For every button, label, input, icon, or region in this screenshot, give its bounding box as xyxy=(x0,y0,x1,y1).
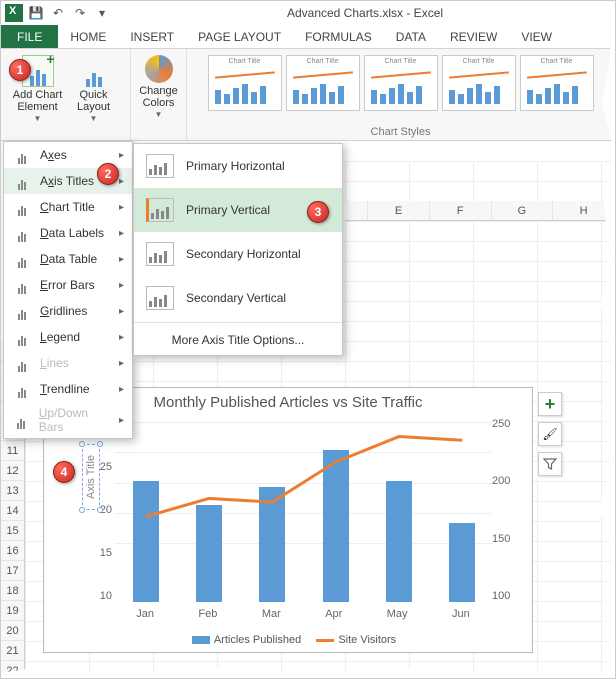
callout-4: 4 xyxy=(53,461,75,483)
menu-item-error-bars[interactable]: Error Bars▸ xyxy=(4,272,132,298)
chart-style-thumb[interactable]: Chart Title xyxy=(520,55,594,111)
chevron-right-icon: ▸ xyxy=(119,202,124,213)
y-axis-right: 250200150100 xyxy=(492,418,518,602)
chart-filter-button[interactable] xyxy=(538,452,562,476)
window-title: Advanced Charts.xlsx - Excel xyxy=(115,6,615,20)
chevron-right-icon: ▸ xyxy=(119,306,124,317)
axis-title-placeholder[interactable]: Axis Title xyxy=(82,444,100,510)
color-wheel-icon xyxy=(145,55,173,83)
chevron-right-icon: ▸ xyxy=(119,332,124,343)
tab-review[interactable]: REVIEW xyxy=(438,25,509,48)
add-chart-element-label: Add Chart Element xyxy=(13,89,63,113)
chart-style-thumb[interactable]: Chart Title xyxy=(442,55,516,111)
chart-styles-gallery[interactable]: Chart TitleChart TitleChart TitleChart T… xyxy=(206,53,596,113)
callout-2: 2 xyxy=(97,163,119,185)
chart-mini-icon xyxy=(12,302,32,320)
chart-styles-button[interactable]: 🖌 xyxy=(538,422,562,446)
change-colors-label: Change Colors xyxy=(134,85,184,109)
undo-button[interactable]: ↶ xyxy=(49,4,67,22)
menu-item-gridlines[interactable]: Gridlines▸ xyxy=(4,298,132,324)
chevron-down-icon: ▼ xyxy=(34,115,42,124)
chart-mini-icon xyxy=(12,224,32,242)
chevron-down-icon: ▼ xyxy=(90,115,98,124)
chevron-right-icon: ▸ xyxy=(119,358,124,369)
tab-view[interactable]: VIEW xyxy=(509,25,564,48)
chart-style-thumb[interactable]: Chart Title xyxy=(364,55,438,111)
ribbon-tabs: FILE HOME INSERT PAGE LAYOUT FORMULAS DA… xyxy=(1,25,615,49)
tab-formulas[interactable]: FORMULAS xyxy=(293,25,384,48)
quick-layout-button[interactable]: Quick Layout ▼ xyxy=(67,53,121,126)
menu-item-trendline[interactable]: Trendline▸ xyxy=(4,376,132,402)
secondary-vertical-item[interactable]: Secondary Vertical xyxy=(134,276,342,320)
line-series[interactable] xyxy=(146,437,463,517)
ribbon: Add Chart Element ▼ Quick Layout ▼ Chang… xyxy=(1,49,615,141)
chevron-right-icon: ▸ xyxy=(119,150,124,161)
chart-mini-icon xyxy=(12,250,32,268)
add-chart-element-menu: Axes▸Axis Titles▸Chart Title▸Data Labels… xyxy=(3,141,133,439)
title-bar: 💾 ↶ ↷ ▾ Advanced Charts.xlsx - Excel xyxy=(1,1,615,25)
axis-h-icon xyxy=(146,154,174,178)
excel-icon xyxy=(5,4,23,22)
save-button[interactable]: 💾 xyxy=(27,4,45,22)
redo-button[interactable]: ↷ xyxy=(71,4,89,22)
axis-v-icon xyxy=(146,198,174,222)
chevron-down-icon: ▼ xyxy=(155,111,163,120)
chart-style-thumb[interactable]: Chart Title xyxy=(208,55,282,111)
callout-3: 3 xyxy=(307,201,329,223)
qat-more-button[interactable]: ▾ xyxy=(93,4,111,22)
tab-file[interactable]: FILE xyxy=(1,25,58,48)
chart-mini-icon xyxy=(12,328,32,346)
funnel-icon xyxy=(543,457,557,471)
legend-swatch-bar xyxy=(192,636,210,644)
secondary-horizontal-item[interactable]: Secondary Horizontal xyxy=(134,232,342,276)
menu-item-lines: Lines▸ xyxy=(4,350,132,376)
chart-style-thumb[interactable]: Chart Title xyxy=(286,55,360,111)
tab-home[interactable]: HOME xyxy=(58,25,118,48)
menu-item-data-table[interactable]: Data Table▸ xyxy=(4,246,132,272)
axis-sh-icon xyxy=(146,242,174,266)
chart-mini-icon xyxy=(12,172,32,190)
axis-titles-submenu: Primary Horizontal Primary Vertical Seco… xyxy=(133,143,343,356)
primary-horizontal-item[interactable]: Primary Horizontal xyxy=(134,144,342,188)
chevron-right-icon: ▸ xyxy=(119,228,124,239)
chart-plus-button[interactable]: + xyxy=(538,392,562,416)
chart-mini-icon xyxy=(12,198,32,216)
menu-item-legend[interactable]: Legend▸ xyxy=(4,324,132,350)
chevron-right-icon: ▸ xyxy=(119,176,124,187)
tab-page-layout[interactable]: PAGE LAYOUT xyxy=(186,25,293,48)
chart-mini-icon xyxy=(12,146,32,164)
chevron-right-icon: ▸ xyxy=(119,415,124,426)
menu-item-chart-title[interactable]: Chart Title▸ xyxy=(4,194,132,220)
tab-data[interactable]: DATA xyxy=(384,25,438,48)
tab-insert[interactable]: INSERT xyxy=(118,25,186,48)
chevron-right-icon: ▸ xyxy=(119,254,124,265)
chart-mini-icon xyxy=(12,380,32,398)
chart-styles-label: Chart Styles xyxy=(371,126,431,138)
plot-area[interactable] xyxy=(114,422,492,602)
change-colors-button[interactable]: Change Colors ▼ xyxy=(132,53,186,122)
callout-1: 1 xyxy=(9,59,31,81)
chart-mini-icon xyxy=(12,354,32,372)
chart-mini-icon xyxy=(12,411,31,429)
menu-item-up-down-bars: Up/Down Bars▸ xyxy=(4,402,132,438)
chart-legend[interactable]: Articles Published Site Visitors xyxy=(44,634,532,646)
quick-layout-icon xyxy=(78,55,110,87)
chart-mini-icon xyxy=(12,276,32,294)
chevron-right-icon: ▸ xyxy=(119,280,124,291)
more-axis-title-options[interactable]: More Axis Title Options... xyxy=(134,325,342,355)
chevron-right-icon: ▸ xyxy=(119,384,124,395)
x-axis: JanFebMarAprMayJun xyxy=(114,608,492,620)
axis-sv-icon xyxy=(146,286,174,310)
legend-swatch-line xyxy=(316,639,334,642)
column-headers[interactable]: EFGH xyxy=(345,201,615,221)
menu-item-data-labels[interactable]: Data Labels▸ xyxy=(4,220,132,246)
quick-layout-label: Quick Layout xyxy=(69,89,119,113)
